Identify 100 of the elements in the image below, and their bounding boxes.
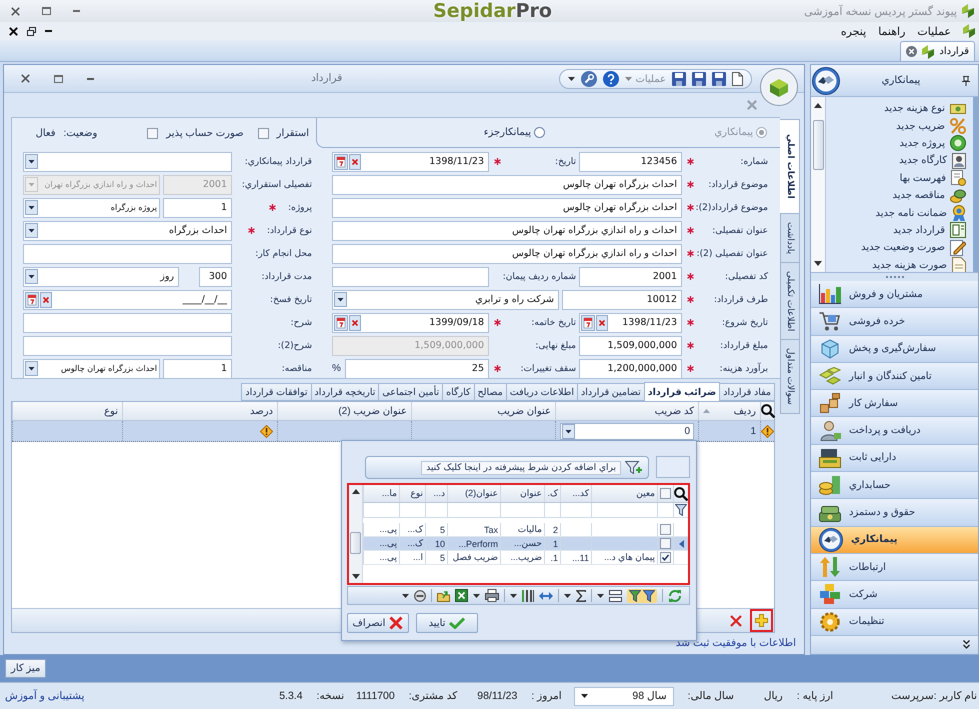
module-button[interactable]: حقوق و دستمزد bbox=[811, 499, 978, 527]
task-item[interactable]: کارگاه جدید bbox=[826, 152, 973, 170]
search-icon[interactable] bbox=[674, 486, 688, 500]
checkbox-icon[interactable] bbox=[147, 128, 158, 138]
refresh-icon[interactable] bbox=[668, 588, 682, 602]
column-header[interactable]: عنوان ضریب bbox=[497, 406, 551, 416]
add-icon[interactable] bbox=[755, 614, 768, 627]
date-field[interactable]: 1398/11/23 bbox=[332, 152, 489, 172]
module-button[interactable]: پیمانکاري bbox=[811, 526, 978, 554]
save-icon[interactable] bbox=[712, 72, 726, 86]
folder-arrow-icon[interactable] bbox=[437, 590, 450, 602]
caret-icon[interactable] bbox=[580, 694, 588, 698]
tab[interactable]: مفاد قرارداد bbox=[719, 383, 775, 401]
vertical-tab[interactable]: يادداشت bbox=[780, 212, 800, 263]
task-item[interactable]: فهرست بها bbox=[826, 170, 973, 187]
caret-icon[interactable] bbox=[562, 424, 575, 438]
task-item[interactable]: مناقصه جدید bbox=[826, 186, 973, 204]
clear-icon[interactable] bbox=[349, 314, 361, 330]
document-tab[interactable]: قرارداد bbox=[900, 41, 975, 61]
text-field[interactable]: احداث و راه اندازي بزرگراه تهران چالوس bbox=[332, 220, 682, 240]
date-field[interactable]: 1398/11/23 bbox=[579, 312, 682, 332]
caret-icon[interactable] bbox=[334, 292, 347, 307]
desktop-button[interactable]: میز کار bbox=[5, 659, 46, 678]
sum-icon[interactable] bbox=[576, 590, 586, 602]
code-field[interactable]: 0 bbox=[560, 422, 694, 440]
column-header[interactable]: د... bbox=[425, 485, 447, 502]
column-header[interactable]: نوع bbox=[399, 485, 425, 502]
date-field[interactable]: ____/__/__ bbox=[23, 290, 232, 310]
scroll-thumb[interactable] bbox=[350, 532, 361, 554]
spreadsheet-icon[interactable] bbox=[455, 589, 468, 602]
combo-field[interactable]: احداث بزرگراه تهران چالوس bbox=[23, 358, 160, 378]
up-arrow-icon[interactable] bbox=[814, 103, 822, 108]
tab[interactable]: ضرائب قرارداد bbox=[644, 382, 720, 401]
text-field[interactable]: احداث بزرگراه تهران چالوس bbox=[332, 198, 682, 218]
tab[interactable]: تاریخچه قرارداد bbox=[310, 383, 380, 401]
calendar-icon[interactable] bbox=[581, 314, 595, 330]
caret-icon[interactable] bbox=[510, 594, 517, 598]
code-field[interactable]: 1 bbox=[163, 358, 232, 378]
checkbox[interactable]: صورت حساب پذیر bbox=[147, 128, 244, 138]
ok-button[interactable]: تایید bbox=[416, 613, 478, 633]
date-field[interactable]: 1399/09/18 bbox=[332, 312, 489, 332]
caret-icon[interactable] bbox=[25, 223, 38, 238]
column-header[interactable]: عنوان ضریب (2) bbox=[338, 406, 407, 416]
module-button[interactable]: حسابداري bbox=[811, 472, 978, 500]
column-header[interactable]: عنوان(2) bbox=[447, 485, 500, 502]
text-field[interactable]: 123456 bbox=[579, 152, 682, 172]
module-button[interactable]: دارایی ثابت bbox=[811, 444, 978, 472]
vertical-tab[interactable]: اطلاعات تکمیلی bbox=[780, 262, 800, 340]
radio-icon[interactable] bbox=[534, 127, 545, 138]
caret-icon[interactable] bbox=[564, 594, 571, 598]
text-field[interactable]: 25 bbox=[344, 358, 489, 378]
checkbox-icon[interactable] bbox=[660, 488, 671, 499]
column-header[interactable]: ردیف bbox=[734, 406, 756, 416]
maximize-icon[interactable] bbox=[54, 74, 63, 82]
x-icon[interactable] bbox=[730, 614, 742, 626]
text-field[interactable]: 1,200,000,000 bbox=[579, 358, 682, 378]
task-item[interactable]: قرارداد جدید bbox=[826, 222, 973, 240]
tab[interactable]: کارگاه bbox=[442, 383, 475, 401]
checkbox-icon[interactable] bbox=[660, 538, 671, 549]
vertical-tab[interactable]: سوالات متداول bbox=[780, 339, 800, 414]
caret-icon[interactable] bbox=[473, 594, 480, 598]
cancel-button[interactable]: انصراف bbox=[347, 613, 409, 633]
checkbox-icon[interactable] bbox=[258, 128, 269, 138]
clear-icon[interactable] bbox=[349, 154, 361, 170]
search-icon[interactable] bbox=[760, 404, 774, 418]
caret-icon[interactable] bbox=[568, 77, 576, 81]
checkbox-icon[interactable] bbox=[660, 524, 671, 535]
combo-field[interactable] bbox=[23, 152, 232, 172]
text-field[interactable] bbox=[332, 266, 489, 286]
caret-icon[interactable] bbox=[402, 594, 409, 598]
task-item[interactable]: پروژه جدید bbox=[826, 134, 973, 152]
minus-circle-icon[interactable] bbox=[414, 590, 426, 602]
close-icon[interactable] bbox=[21, 74, 30, 83]
module-button[interactable]: شرکت bbox=[811, 581, 978, 609]
combo-field[interactable]: احداث بزرگراه bbox=[23, 220, 232, 240]
menu-item[interactable]: پنجره bbox=[840, 24, 866, 38]
combo-field[interactable]: پروژه بزرگراه bbox=[23, 198, 160, 218]
column-header[interactable]: کد ضریب bbox=[654, 406, 694, 416]
module-button[interactable]: ارتباطات bbox=[811, 554, 978, 582]
maximize-icon[interactable] bbox=[42, 7, 51, 15]
number-field[interactable]: 300 bbox=[199, 266, 232, 286]
module-button[interactable]: سفارش‌گیری و پخش bbox=[811, 336, 978, 363]
caret-icon[interactable] bbox=[597, 594, 604, 598]
task-item[interactable]: ضریب جدید bbox=[826, 117, 973, 135]
menu-item[interactable]: عملیات bbox=[917, 24, 951, 38]
caret-icon[interactable] bbox=[25, 154, 38, 169]
task-item[interactable]: صورت هزینه جدید bbox=[826, 256, 973, 272]
column-header[interactable]: نوع bbox=[104, 406, 118, 416]
task-item[interactable]: صورت وضعیت جدید bbox=[826, 239, 973, 257]
column-header[interactable]: معین bbox=[591, 485, 657, 502]
save-icon[interactable] bbox=[672, 72, 686, 86]
calendar-icon[interactable] bbox=[334, 314, 348, 330]
rows-icon[interactable] bbox=[609, 590, 622, 602]
up-arrow-icon[interactable] bbox=[352, 489, 360, 494]
filter-field[interactable] bbox=[656, 456, 690, 478]
tab[interactable]: تضامین قرارداد bbox=[577, 383, 645, 401]
calendar-icon[interactable] bbox=[25, 292, 39, 308]
support-link[interactable]: پشتیبانی و آموزش bbox=[0, 690, 84, 702]
advanced-filter-button[interactable]: براي اضافه کردن شرط پیشرفته در اینجا کلیک کنید bbox=[365, 456, 649, 479]
wrench-icon[interactable] bbox=[581, 71, 598, 87]
